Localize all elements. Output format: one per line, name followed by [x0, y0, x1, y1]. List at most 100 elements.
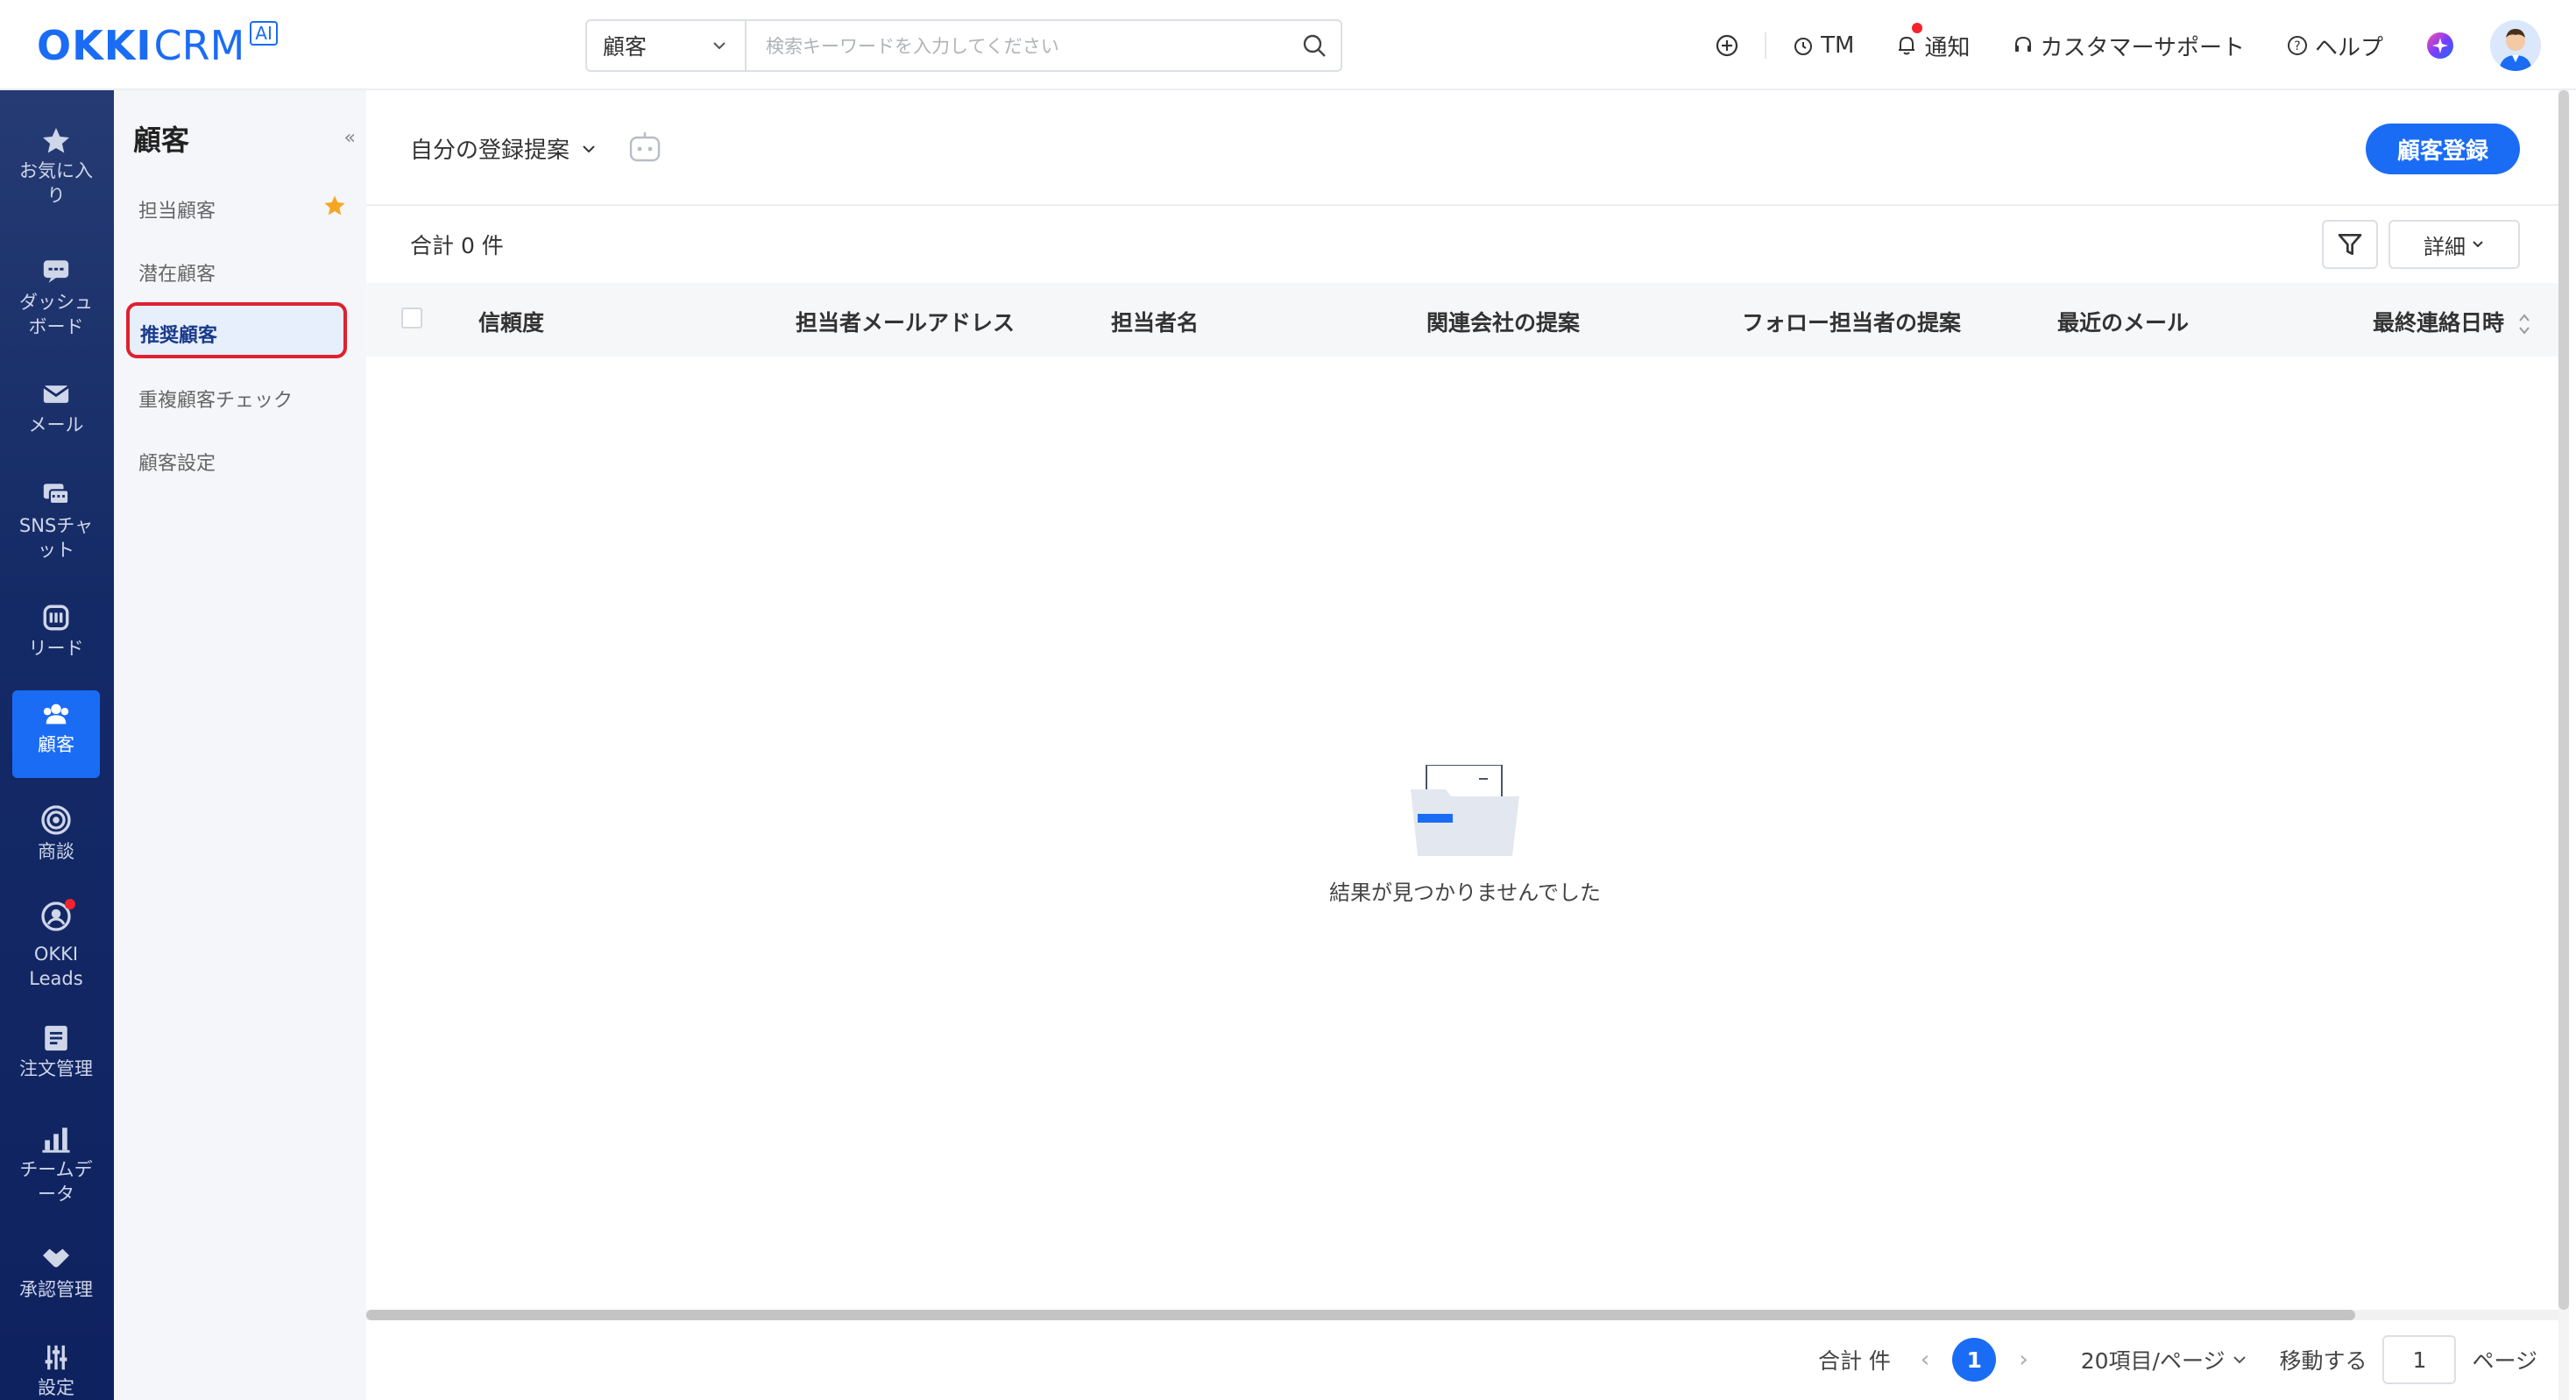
scrollbar-thumb[interactable]: [366, 1310, 2355, 1320]
collapse-icon[interactable]: «: [344, 127, 356, 149]
column-header[interactable]: 担当者名: [1111, 306, 1199, 337]
column-header-last-contact[interactable]: 最終連絡日時: [2373, 306, 2531, 337]
column-header[interactable]: 担当者メールアドレス: [796, 306, 1015, 337]
total-count: 合計 0 件: [410, 233, 504, 258]
handshake-icon: [43, 1248, 69, 1268]
filter-icon: [2338, 234, 2362, 255]
vertical-scrollbar[interactable]: [2558, 90, 2569, 1400]
nav-okki-leads[interactable]: OKKI Leads: [12, 899, 100, 991]
help-circle-icon: ?: [2287, 36, 2307, 55]
user-avatar[interactable]: [2490, 20, 2541, 71]
pagination: 合計 件 ‹ 1 › 20項目/ページ 移動する 1 ページ: [366, 1327, 2564, 1392]
subnav-item-recommended[interactable]: 推奨顧客: [126, 302, 347, 358]
subnav-item-duplicate-check[interactable]: 重複顧客チェック: [138, 385, 293, 413]
star-icon[interactable]: [322, 194, 347, 218]
column-header[interactable]: フォロー担当者の提案: [1742, 306, 1961, 337]
goto-page-input[interactable]: 1: [2382, 1335, 2457, 1384]
next-page-icon[interactable]: ›: [2019, 1347, 2028, 1373]
add-button[interactable]: [1716, 34, 1738, 57]
nav-orders[interactable]: 注文管理: [12, 1023, 100, 1081]
nav-label: リード: [28, 638, 84, 659]
search-input[interactable]: 検索キーワードを入力してください: [747, 32, 1288, 59]
sort-icon[interactable]: [2517, 311, 2531, 337]
plus-circle-icon: [1716, 34, 1738, 57]
chevron-down-icon: [583, 145, 595, 152]
nav-label: OKKI Leads: [29, 944, 83, 989]
tm-button[interactable]: TM: [1793, 32, 1854, 59]
support-label: カスタマーサポート: [2040, 34, 2245, 61]
empty-state: 結果が見つかりませんでした: [366, 765, 2564, 906]
horizontal-scrollbar[interactable]: [366, 1310, 2564, 1320]
customer-subnav: 顧客 « 担当顧客 潜在顧客 推奨顧客 重複顧客チェック 顧客設定: [114, 90, 366, 1400]
current-page[interactable]: 1: [1952, 1338, 1997, 1382]
nav-team-data[interactable]: チームデータ: [12, 1124, 100, 1206]
mail-icon: [43, 385, 69, 403]
okki-crm-logo[interactable]: OKKI CRM AI: [37, 19, 278, 72]
goto-label: 移動する: [2279, 1348, 2367, 1374]
detail-label: 詳細: [2424, 234, 2466, 259]
column-label: 最終連絡日時: [2373, 310, 2505, 336]
detail-dropdown[interactable]: 詳細: [2388, 220, 2520, 269]
chevron-down-icon: [2233, 1356, 2247, 1364]
column-header[interactable]: 関連会社の提案: [1426, 306, 1580, 337]
nav-label: 顧客: [38, 734, 74, 755]
clock-icon: [1794, 38, 1813, 55]
support-button[interactable]: カスタマーサポート: [2013, 30, 2245, 62]
column-header[interactable]: 信頼度: [478, 306, 544, 337]
bell-icon: [1899, 36, 1915, 55]
empty-folder-icon: [1411, 765, 1519, 856]
ai-badge: AI: [250, 21, 278, 46]
nav-settings[interactable]: 設定: [12, 1343, 100, 1400]
nav-approvals[interactable]: 承認管理: [12, 1242, 100, 1302]
empty-message: 結果が見つかりませんでした: [1328, 880, 1602, 905]
help-button[interactable]: ? ヘルプ: [2287, 30, 2383, 62]
view-label: 自分の登録提案: [410, 138, 570, 164]
nav-dashboard[interactable]: ダッシュボード: [12, 257, 100, 339]
subnav-label: 担当顧客: [138, 201, 216, 223]
pager-total: 合計 件: [1817, 1348, 1891, 1374]
chevron-down-icon: [713, 42, 725, 50]
filter-button[interactable]: [2322, 220, 2378, 269]
nav-customers[interactable]: 顧客: [12, 690, 100, 778]
view-selector[interactable]: 自分の登録提案: [410, 132, 598, 165]
page-size-value: 20項目/ページ: [2080, 1348, 2226, 1374]
page-suffix: ページ: [2472, 1348, 2537, 1374]
subnav-item-potential[interactable]: 潜在顧客: [138, 258, 216, 286]
page-size-select[interactable]: 20項目/ページ: [2081, 1344, 2248, 1375]
chevron-down-icon: [2473, 241, 2483, 248]
svg-text:?: ?: [2294, 39, 2300, 53]
main-sidebar: お気に入り ダッシュボード メール SNSチャット リード 顧客 商談 OKKI…: [0, 90, 114, 1400]
ai-orb-icon: [2427, 32, 2453, 59]
nav-label: ダッシュボード: [19, 292, 93, 337]
divider: [1765, 32, 1767, 59]
subnav-item-settings[interactable]: 顧客設定: [138, 448, 216, 476]
search-type-select[interactable]: 顧客: [587, 21, 747, 70]
nav-deals[interactable]: 商談: [12, 804, 100, 864]
nav-mail[interactable]: メール: [12, 379, 100, 437]
search-icon[interactable]: [1288, 33, 1341, 58]
search-type-value: 顧客: [603, 34, 648, 60]
global-search: 顧客 検索キーワードを入力してください: [585, 19, 1342, 72]
select-all-checkbox[interactable]: [401, 308, 422, 329]
chat-icon: [43, 484, 70, 505]
order-icon: [45, 1025, 67, 1051]
ai-assistant-button[interactable]: [2425, 31, 2455, 60]
subnav-title: 顧客: [133, 124, 190, 157]
scrollbar-thumb[interactable]: [2558, 90, 2569, 1310]
nav-label: SNSチャット: [18, 515, 94, 561]
notify-label: 通知: [1924, 34, 1971, 61]
create-customer-button[interactable]: 顧客登録: [2366, 124, 2520, 174]
subnav-item-my-customers[interactable]: 担当顧客: [138, 195, 357, 223]
main-content: 自分の登録提案 顧客登録 合計 0 件 詳細 信頼度 担当者メールアドレス 担当…: [366, 90, 2564, 1400]
nav-leads[interactable]: リード: [12, 603, 100, 661]
robot-icon[interactable]: [627, 131, 662, 169]
prev-page-icon[interactable]: ‹: [1921, 1347, 1929, 1373]
nav-label: 注文管理: [19, 1058, 93, 1079]
nav-sns-chat[interactable]: SNSチャット: [12, 480, 100, 562]
column-header[interactable]: 最近のメール: [2057, 306, 2189, 337]
notify-button[interactable]: 通知: [1896, 22, 1971, 62]
brand-name-bold: OKKI: [37, 22, 152, 69]
nav-label: 承認管理: [19, 1279, 93, 1300]
customers-icon: [43, 704, 69, 725]
nav-favorites[interactable]: お気に入り: [12, 125, 100, 208]
